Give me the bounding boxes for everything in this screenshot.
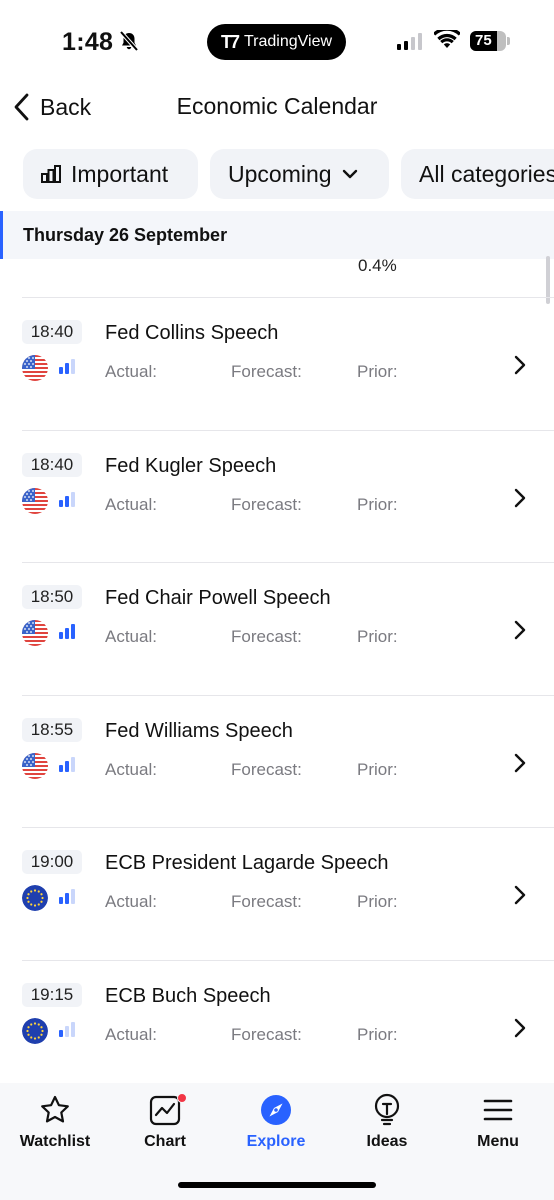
status-time: 1:48	[62, 28, 114, 56]
nav-header: Back Economic Calendar	[0, 80, 554, 136]
event-time: 18:55	[22, 717, 82, 742]
home-indicator[interactable]	[178, 1182, 376, 1188]
battery-percent: 75	[475, 32, 492, 49]
chevron-down-icon	[342, 169, 357, 179]
categories-filter-label: All categories	[419, 160, 554, 187]
upcoming-filter-label: Upcoming	[228, 160, 332, 187]
tab-chart[interactable]: Chart	[110, 1093, 220, 1151]
previous-row-prior-value: 0.4%	[358, 256, 397, 275]
us-flag-icon	[22, 355, 48, 381]
prior-label: Prior:	[357, 494, 398, 514]
event-time: 19:15	[22, 982, 82, 1007]
event-time: 19:00	[22, 850, 82, 874]
date-label: Thursday 26 September	[23, 225, 228, 245]
tab-ideas[interactable]: Ideas	[332, 1093, 442, 1151]
tab-menu[interactable]: Menu	[443, 1093, 553, 1151]
forecast-label: Forecast:	[231, 892, 302, 911]
event-title: Fed Kugler Speech	[105, 454, 277, 477]
eu-flag-icon	[22, 885, 48, 911]
prior-label: Prior:	[357, 1024, 398, 1044]
actual-label: Actual:	[105, 892, 157, 911]
prior-label: Prior:	[357, 892, 398, 911]
forecast-label: Forecast:	[231, 759, 302, 779]
categories-dropdown[interactable]: All categories	[401, 149, 554, 199]
chevron-right-icon	[514, 488, 526, 507]
dynamic-island-label: TradingView	[243, 33, 333, 50]
tab-watchlist-label: Watchlist	[19, 1133, 91, 1150]
event-time: 18:40	[22, 452, 82, 477]
actual-label: Actual:	[105, 627, 157, 646]
star-icon	[41, 1095, 69, 1123]
event-title: Fed Chair Powell Speech	[105, 587, 331, 609]
chevron-right-icon	[514, 885, 526, 905]
importance-bars-icon	[59, 491, 75, 507]
actual-label: Actual:	[105, 759, 157, 779]
us-flag-icon	[22, 487, 48, 514]
importance-bars-icon	[59, 1021, 75, 1037]
chevron-right-icon	[514, 355, 526, 375]
importance-bars-icon	[59, 888, 75, 904]
lightbulb-icon	[374, 1093, 400, 1126]
bell-muted-icon	[119, 30, 139, 52]
tab-explore-label: Explore	[246, 1133, 306, 1150]
notification-dot	[177, 1093, 187, 1103]
eu-flag-icon	[22, 1017, 48, 1044]
event-list: 18:40 Fed Collins Speech Actual: Forecas…	[0, 297, 554, 1092]
wifi-icon	[434, 30, 460, 48]
event-title: ECB Buch Speech	[105, 984, 271, 1007]
event-time: 18:40	[22, 320, 82, 344]
importance-bars-icon	[59, 756, 75, 772]
date-section-header: Thursday 26 September	[0, 211, 554, 259]
important-filter-label: Important	[71, 160, 169, 187]
importance-bars-icon	[59, 358, 75, 374]
forecast-label: Forecast:	[231, 627, 302, 646]
event-row[interactable]: 18:40 Fed Kugler Speech Actual: Forecast…	[22, 429, 554, 563]
event-time: 18:50	[22, 585, 82, 609]
chevron-right-icon	[514, 1018, 526, 1037]
bar-chart-icon	[41, 165, 61, 183]
compass-icon	[261, 1095, 291, 1125]
event-title: Fed Williams Speech	[105, 719, 293, 742]
tab-explore[interactable]: Explore	[221, 1093, 331, 1151]
important-filter-button[interactable]: Important	[23, 149, 198, 199]
actual-label: Actual:	[105, 362, 157, 381]
battery-icon: 75	[470, 31, 506, 51]
event-row[interactable]: 18:40 Fed Collins Speech Actual: Forecas…	[22, 297, 554, 430]
status-bar: 1:48 T7 TradingView 75	[0, 0, 554, 80]
prior-label: Prior:	[357, 362, 398, 381]
dynamic-island[interactable]: T7 TradingView	[207, 24, 346, 60]
forecast-label: Forecast:	[231, 362, 302, 381]
actual-label: Actual:	[105, 1024, 157, 1044]
us-flag-icon	[22, 752, 48, 779]
tab-menu-label: Menu	[477, 1133, 519, 1150]
filter-chips: Important Upcoming All categories	[23, 149, 554, 199]
forecast-label: Forecast:	[231, 494, 302, 514]
actual-label: Actual:	[105, 494, 157, 514]
event-row[interactable]: 18:55 Fed Williams Speech Actual: Foreca…	[22, 694, 554, 828]
cellular-signal-icon	[397, 32, 422, 50]
forecast-label: Forecast:	[231, 1024, 302, 1044]
chevron-right-icon	[514, 620, 526, 640]
hamburger-menu-icon	[483, 1099, 513, 1121]
event-row[interactable]: 18:50 Fed Chair Powell Speech Actual: Fo…	[22, 562, 554, 695]
event-row[interactable]: 19:15 ECB Buch Speech Actual: Forecast: …	[22, 959, 554, 1093]
us-flag-icon	[22, 620, 48, 646]
prior-label: Prior:	[357, 627, 398, 646]
event-row[interactable]: 19:00 ECB President Lagarde Speech Actua…	[22, 827, 554, 960]
tab-chart-label: Chart	[144, 1133, 186, 1150]
importance-bars-icon	[59, 623, 75, 639]
event-title: Fed Collins Speech	[105, 322, 279, 344]
tradingview-logo-icon: T7	[220, 31, 240, 52]
page-title: Economic Calendar	[176, 93, 378, 119]
tab-ideas-label: Ideas	[366, 1133, 408, 1150]
chevron-right-icon	[514, 753, 526, 772]
tab-watchlist[interactable]: Watchlist	[0, 1093, 110, 1151]
upcoming-dropdown[interactable]: Upcoming	[210, 149, 389, 199]
event-title: ECB President Lagarde Speech	[105, 852, 389, 874]
prior-label: Prior:	[357, 759, 398, 779]
